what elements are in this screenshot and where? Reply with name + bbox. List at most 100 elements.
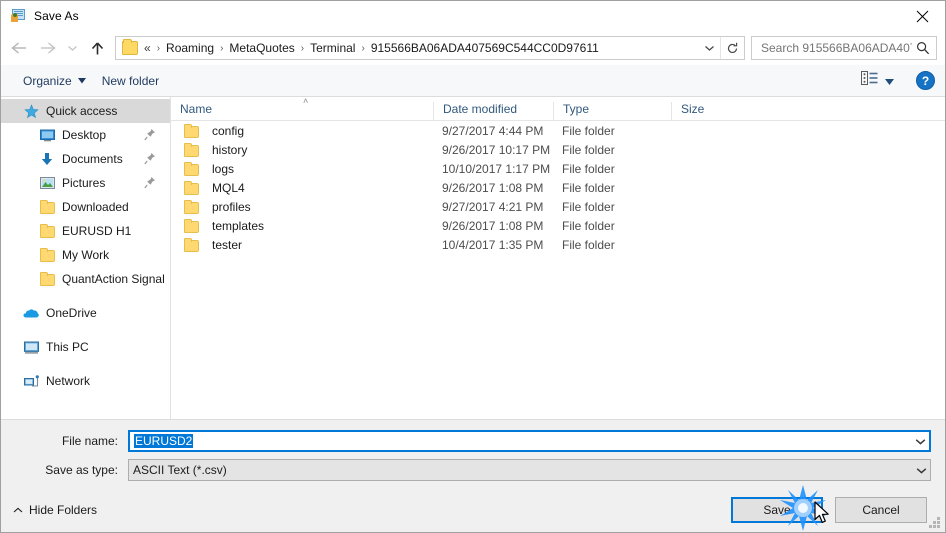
organize-button[interactable]: Organize (15, 70, 94, 92)
cancel-button[interactable]: Cancel (835, 497, 927, 523)
breadcrumb-item-metaquotes[interactable]: MetaQuotes (226, 39, 297, 57)
table-row[interactable]: tester 10/4/2017 1:35 PM File folder (171, 235, 945, 254)
file-type-cell: File folder (562, 161, 615, 176)
sidebar-item-label: Desktop (62, 128, 107, 142)
pin-icon (144, 176, 156, 189)
help-button[interactable]: ? (916, 71, 935, 90)
this-pc-icon (23, 339, 39, 355)
file-name-cell: templates (171, 218, 433, 234)
column-header-name[interactable]: Name (171, 102, 433, 120)
sidebar-item-my-work[interactable]: My Work (1, 243, 170, 267)
folder-icon (39, 247, 55, 263)
refresh-icon[interactable] (720, 37, 744, 59)
folder-icon (183, 218, 199, 234)
breadcrumb-separator[interactable]: › (217, 43, 226, 54)
file-rows: config 9/27/2017 4:44 PM File folder his… (171, 121, 945, 419)
breadcrumb-item-terminal-id[interactable]: 915566BA06ADA407569C544CC0D97611 (368, 39, 602, 57)
breadcrumb-separator[interactable]: › (358, 43, 367, 54)
breadcrumb-overflow[interactable]: « (144, 39, 154, 57)
pictures-icon (39, 175, 55, 191)
sidebar-item-label: EURUSD H1 (62, 224, 132, 238)
sidebar-item-desktop[interactable]: Desktop (1, 123, 170, 147)
save-as-type-chevron-down-icon[interactable] (912, 467, 930, 474)
sidebar-item-quick-access[interactable]: Quick access (1, 99, 170, 123)
dialog-footer: Hide Folders Save Cancel (1, 488, 945, 532)
new-folder-button[interactable]: New folder (94, 70, 167, 92)
new-folder-label: New folder (101, 73, 160, 88)
save-as-type-combobox[interactable]: ASCII Text (*.csv) (128, 459, 931, 481)
view-layout-icon (861, 71, 878, 90)
sidebar-item-downloaded[interactable]: Downloaded (1, 195, 170, 219)
breadcrumb-item-roaming[interactable]: Roaming (163, 39, 217, 57)
chevron-down-icon (77, 77, 86, 83)
search-input[interactable] (759, 40, 914, 56)
file-name-cell: config (171, 123, 433, 139)
sort-ascending-icon: ˄ (303, 96, 309, 106)
file-name-label: MQL4 (212, 180, 245, 195)
table-row[interactable]: logs 10/10/2017 1:17 PM File folder (171, 159, 945, 178)
sidebar-item-eurusd-h1[interactable]: EURUSD H1 (1, 219, 170, 243)
table-row[interactable]: config 9/27/2017 4:44 PM File folder (171, 121, 945, 140)
breadcrumb-separator[interactable]: › (154, 43, 163, 54)
documents-download-icon (39, 151, 55, 167)
forward-arrow-icon[interactable] (33, 34, 61, 62)
folder-icon (183, 237, 199, 253)
recent-locations-chevron-icon[interactable] (61, 34, 83, 62)
folder-icon (39, 199, 55, 215)
up-arrow-icon[interactable] (83, 34, 111, 62)
onedrive-cloud-icon (23, 305, 39, 321)
navigation-bar: « › Roaming › MetaQuotes › Terminal › 91… (1, 31, 945, 65)
breadcrumb-separator[interactable]: › (298, 43, 307, 54)
file-name-label: history (212, 142, 248, 157)
file-name-cell: tester (171, 237, 433, 253)
sidebar-item-documents[interactable]: Documents (1, 147, 170, 171)
file-name-input[interactable]: EURUSD2 (130, 434, 911, 448)
folder-icon (39, 223, 55, 239)
table-row[interactable]: history 9/26/2017 10:17 PM File folder (171, 140, 945, 159)
address-bar[interactable]: « › Roaming › MetaQuotes › Terminal › 91… (115, 36, 745, 60)
breadcrumb-item-terminal[interactable]: Terminal (307, 39, 358, 57)
resize-grip[interactable] (929, 517, 941, 529)
file-name-chevron-down-icon[interactable] (911, 438, 929, 445)
title-bar: Save As (1, 1, 945, 31)
back-arrow-icon[interactable] (5, 34, 33, 62)
table-row[interactable]: templates 9/26/2017 1:08 PM File folder (171, 216, 945, 235)
file-date-cell: 9/26/2017 10:17 PM (442, 142, 551, 157)
file-type-cell: File folder (562, 199, 615, 214)
file-name-cell: profiles (171, 199, 433, 215)
hide-folders-button[interactable]: Hide Folders (13, 503, 97, 517)
file-type-cell: File folder (562, 142, 615, 157)
sidebar-item-network[interactable]: Network (1, 369, 170, 393)
file-name-cell: history (171, 142, 433, 158)
file-name-label: logs (212, 161, 235, 176)
close-icon[interactable] (899, 1, 945, 31)
pin-icon (144, 128, 156, 141)
change-view-button[interactable] (855, 67, 900, 94)
sidebar-item-onedrive[interactable]: OneDrive (1, 301, 170, 325)
sidebar-item-quantaction-signal[interactable]: QuantAction Signal (1, 267, 170, 291)
save-form: File name: EURUSD2 Save as type: ASCII T… (1, 419, 945, 488)
column-header-date-modified[interactable]: Date modified (433, 102, 553, 120)
star-icon (23, 103, 39, 119)
folder-icon (183, 123, 199, 139)
address-dropdown-chevron-icon[interactable] (698, 37, 720, 59)
save-as-type-value: ASCII Text (*.csv) (133, 463, 227, 477)
column-header-type[interactable]: Type (553, 102, 671, 120)
hide-folders-label: Hide Folders (29, 503, 98, 517)
file-name-cell: logs (171, 161, 433, 177)
column-header-size[interactable]: Size (671, 102, 753, 120)
save-button[interactable]: Save (731, 497, 823, 523)
search-box[interactable] (751, 36, 937, 60)
pin-icon (144, 152, 156, 165)
sidebar-item-label: This PC (46, 340, 89, 354)
file-date-cell: 9/26/2017 1:08 PM (442, 218, 544, 233)
sidebar-item-pictures[interactable]: Pictures (1, 171, 170, 195)
file-name-combobox[interactable]: EURUSD2 (128, 430, 931, 452)
table-row[interactable]: MQL4 9/26/2017 1:08 PM File folder (171, 178, 945, 197)
sidebar-item-label: OneDrive (46, 306, 97, 320)
sidebar-item-this-pc[interactable]: This PC (1, 335, 170, 359)
table-row[interactable]: profiles 9/27/2017 4:21 PM File folder (171, 197, 945, 216)
file-date-cell: 10/4/2017 1:35 PM (442, 237, 544, 252)
